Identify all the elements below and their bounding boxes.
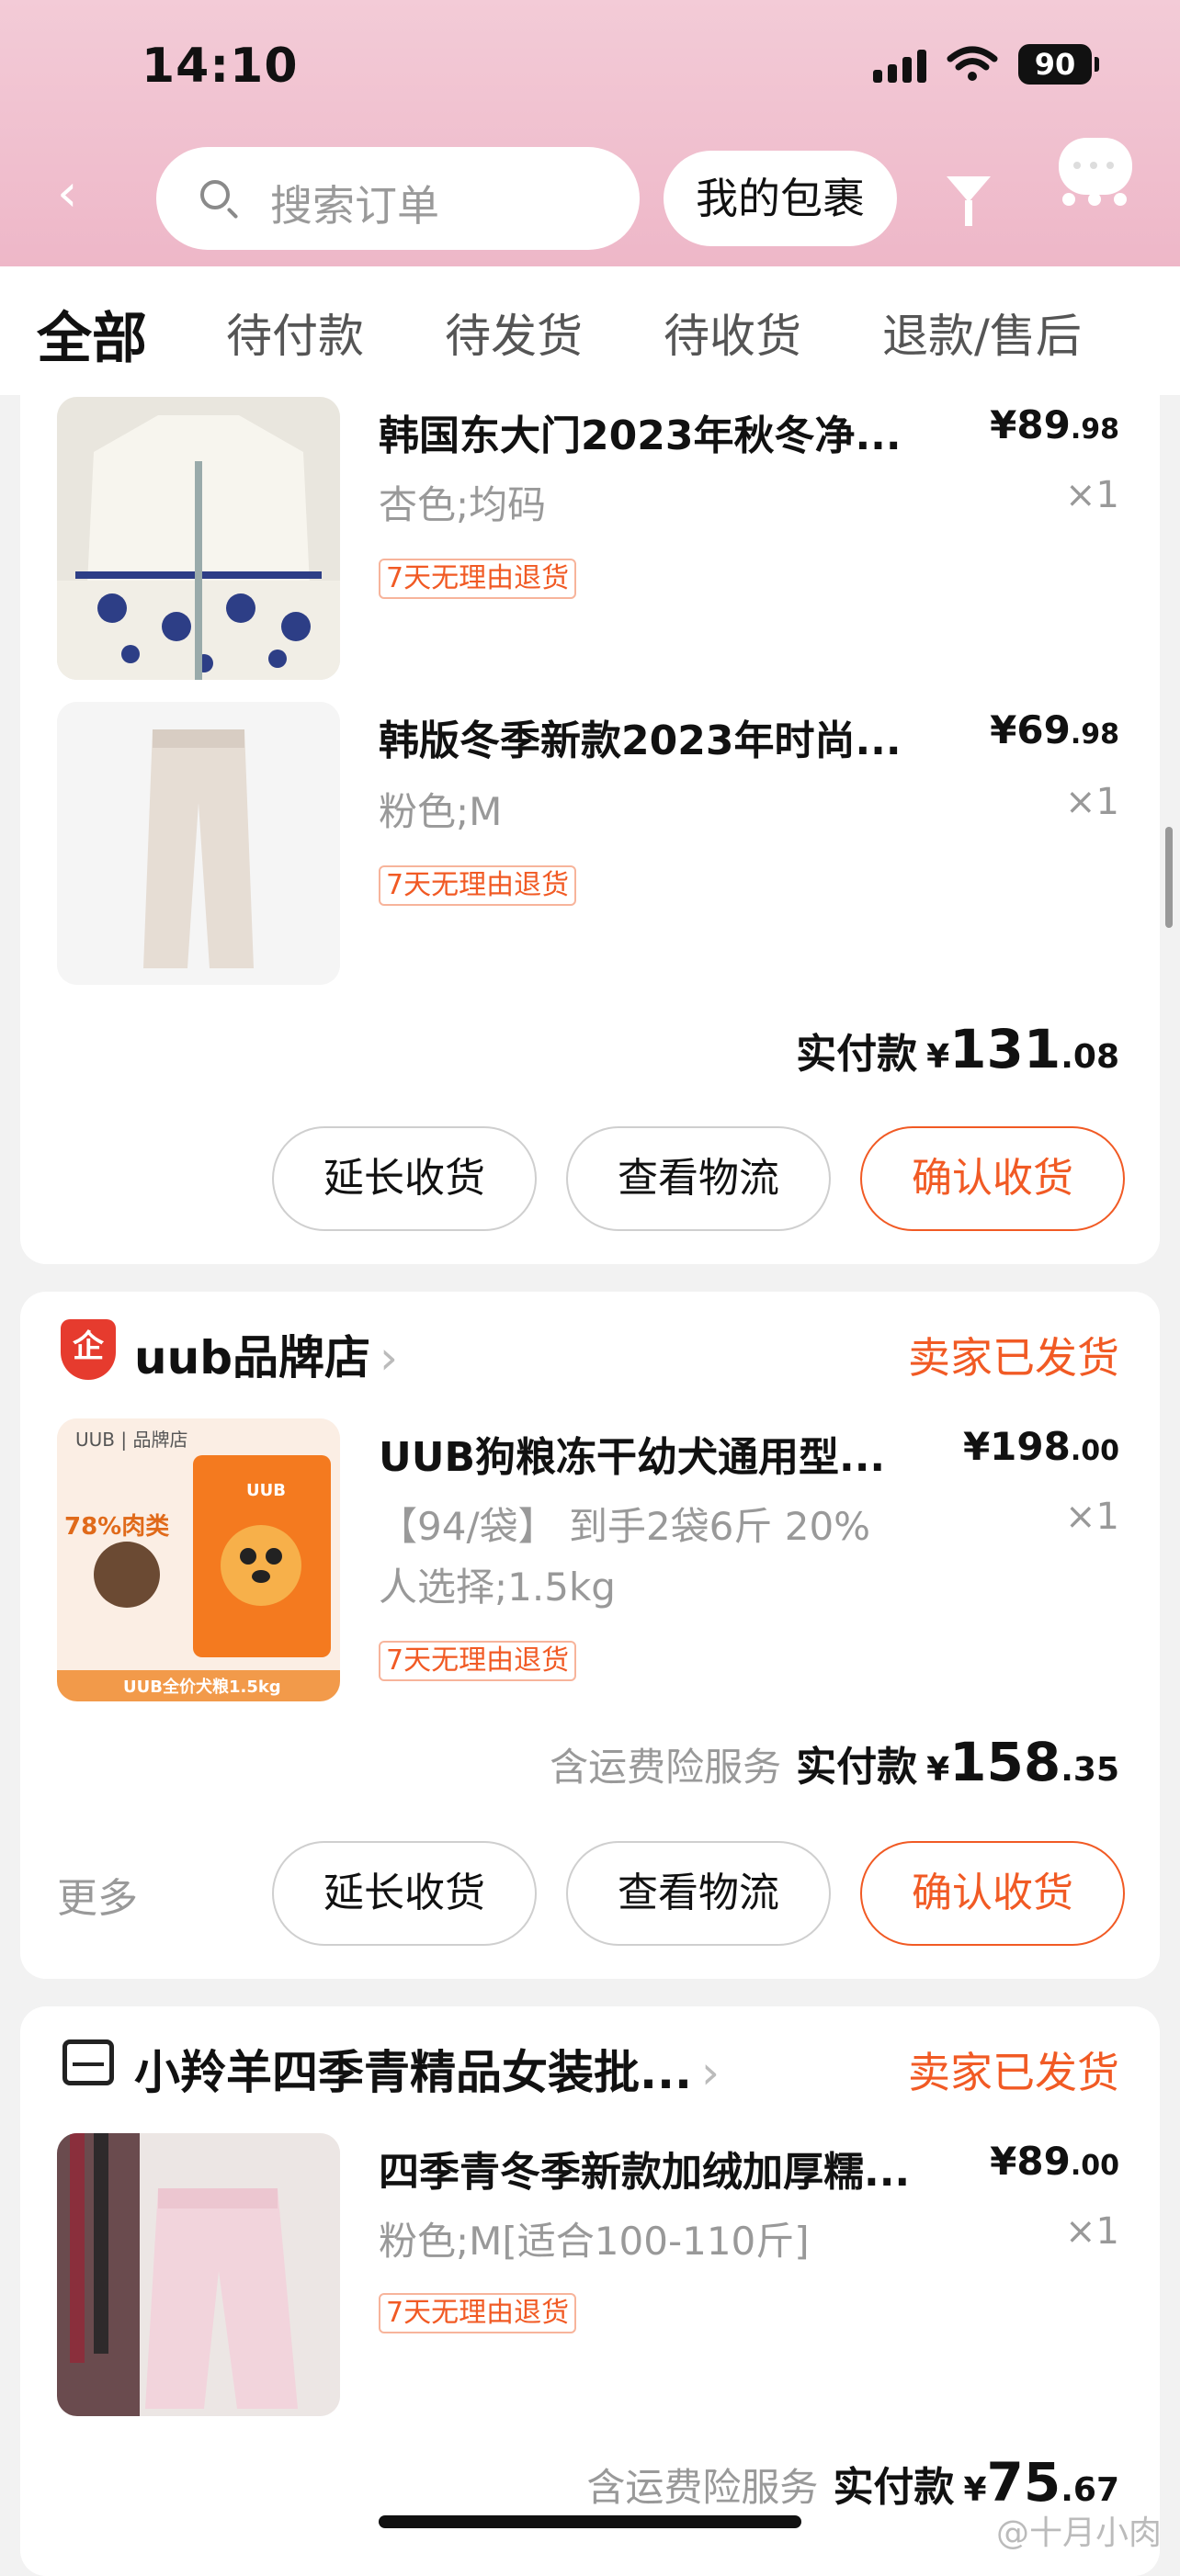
svg-text:UUB | 品牌店: UUB | 品牌店 (75, 1429, 187, 1451)
svg-text:UUB: UUB (246, 1481, 286, 1500)
return-policy-tag: 7天无理由退货 (379, 1641, 577, 1681)
view-logistics-button[interactable]: 查看物流 (566, 1841, 831, 1946)
product-title[interactable]: 四季青冬季新款加绒加厚糯... (379, 2139, 910, 2198)
product-price: ¥89.00 (990, 2139, 1119, 2184)
more-button[interactable]: 更多 (57, 1865, 138, 1924)
order-card-3: 小羚羊四季青精品女装批... › 卖家已发货 四季青冬季新款加绒加厚糯... ¥8… (20, 2006, 1160, 2576)
back-button[interactable]: ‹ (57, 168, 94, 222)
product-qty: ×1 (1065, 1496, 1119, 1538)
search-input[interactable]: 搜索订单 (156, 147, 640, 250)
message-icon[interactable] (1059, 138, 1132, 195)
order-status: 卖家已发货 (908, 1333, 1119, 1383)
signal-icon (873, 46, 926, 83)
watermark: @十月小肉 (995, 2514, 1162, 2552)
tab-pending-receipt[interactable]: 待收货 (664, 299, 801, 366)
product-image-dogfood[interactable]: UUB | 品牌店 78%肉类 UUB UUB全价犬粮1.5kg (57, 1418, 340, 1701)
product-title[interactable]: UUB狗粮冻干幼犬通用型... (379, 1424, 885, 1483)
svg-text:78%肉类: 78%肉类 (64, 1513, 169, 1541)
search-placeholder: 搜索订单 (270, 181, 439, 231)
tab-pending-payment[interactable]: 待付款 (226, 299, 364, 366)
order-card-1: 韩国东大门2023年秋冬净... ¥89.98 杏色;均码 ×1 7天无理由退货… (20, 367, 1160, 1264)
search-icon (200, 180, 230, 209)
product-spec: 粉色;M (379, 789, 503, 834)
top-header: 14:10 90 ‹ 搜索订单 我的包裹 (0, 0, 1180, 266)
product-spec: 粉色;M[适合100-110斤] (379, 2219, 810, 2264)
return-policy-tag: 7天无理由退货 (379, 865, 577, 906)
confirm-receipt-button[interactable]: 确认收货 (860, 1841, 1125, 1946)
paid-amount: 含运费险服务 实付款 ¥75.67 (586, 2451, 1119, 2514)
order-card-2: 企 uub品牌店 › 卖家已发货 UUB | 品牌店 78%肉类 UUB UUB全… (20, 1292, 1160, 1979)
product-image-sweatpants[interactable] (57, 2133, 340, 2416)
product-qty: ×1 (1065, 2210, 1119, 2253)
product-image-pants[interactable] (57, 702, 340, 985)
store-name[interactable]: uub品牌店 › (134, 1321, 398, 1387)
my-packages-button[interactable]: 我的包裹 (664, 151, 897, 246)
tab-all[interactable]: 全部 (37, 294, 147, 374)
product-qty: ×1 (1065, 781, 1119, 823)
enterprise-shield-icon: 企 (61, 1319, 116, 1380)
return-policy-tag: 7天无理由退货 (379, 559, 577, 599)
wifi-icon (947, 46, 998, 81)
svg-text:UUB全价犬粮1.5kg: UUB全价犬粮1.5kg (123, 1677, 281, 1697)
home-indicator[interactable] (379, 2515, 801, 2528)
message-icon-dots (1062, 193, 1127, 206)
view-logistics-button[interactable]: 查看物流 (566, 1126, 831, 1231)
product-spec-line2: 人选择;1.5kg (379, 1565, 616, 1610)
paid-amount: 含运费险服务 实付款 ¥158.35 (550, 1731, 1119, 1793)
product-spec-line1: 【94/袋】 到手2袋6斤 20% (379, 1504, 871, 1549)
product-price: ¥69.98 (990, 707, 1119, 752)
status-time: 14:10 (142, 39, 299, 94)
product-price: ¥89.98 (990, 402, 1119, 447)
product-image-sweater[interactable] (57, 397, 340, 680)
confirm-receipt-button[interactable]: 确认收货 (860, 1126, 1125, 1231)
filter-icon[interactable] (947, 176, 991, 226)
battery-icon: 90 (1018, 44, 1099, 85)
status-icons: 90 (873, 44, 1099, 85)
shop-icon (62, 2039, 114, 2085)
product-spec: 杏色;均码 (379, 482, 547, 527)
product-title[interactable]: 韩国东大门2023年秋冬净... (379, 402, 902, 461)
scrollbar[interactable] (1165, 827, 1173, 928)
return-policy-tag: 7天无理由退货 (379, 2293, 577, 2333)
store-name[interactable]: 小羚羊四季青精品女装批... › (134, 2036, 720, 2102)
tab-refund-aftersale[interactable]: 退款/售后 (882, 299, 1082, 366)
tab-pending-shipment[interactable]: 待发货 (445, 299, 583, 366)
paid-amount: 实付款 ¥131.08 (796, 1018, 1119, 1080)
product-qty: ×1 (1065, 474, 1119, 516)
product-price: ¥198.00 (962, 1424, 1119, 1469)
extend-receipt-button[interactable]: 延长收货 (272, 1841, 537, 1946)
extend-receipt-button[interactable]: 延长收货 (272, 1126, 537, 1231)
order-status: 卖家已发货 (908, 2048, 1119, 2097)
product-title[interactable]: 韩版冬季新款2023年时尚... (379, 707, 902, 766)
